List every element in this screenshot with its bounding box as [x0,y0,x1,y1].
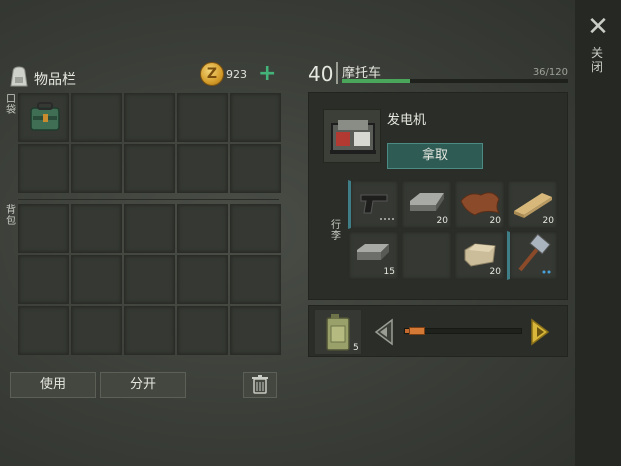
backpack-icon [10,66,28,87]
pocket-slot[interactable] [18,93,69,142]
backpack-slot[interactable] [177,255,228,304]
plus-icon[interactable]: + [258,63,276,85]
slider-handle[interactable] [408,327,425,335]
backpack-slot[interactable] [124,204,175,253]
backpack-slot[interactable] [177,204,228,253]
inventory-title: 物品栏 [34,72,76,88]
pocket-label: 口袋 [6,94,16,116]
toolkit-icon [30,102,60,131]
inventory-header: 物品栏 Z 923 + [8,62,278,90]
generator-name: 发电机 [387,113,427,128]
coin-icon: Z [200,62,224,86]
pocket-slot[interactable] [71,93,122,142]
container-slot[interactable] [401,231,452,280]
fuel-quantity: 5 [353,343,359,353]
generator-slot[interactable] [323,109,381,163]
backpack-slot[interactable] [124,306,175,355]
coin-count: 923 [226,68,247,81]
increase-arrow-icon[interactable] [528,318,552,346]
container-header: 40 摩托车 36/120 [308,60,570,88]
trunk-label: 行李 [331,220,341,242]
divider [18,199,279,200]
backpack-slot[interactable] [18,204,69,253]
close-label[interactable]: 关闭 [590,46,604,74]
pocket-slot[interactable] [230,144,281,193]
container-slot[interactable] [507,231,558,280]
item-quantity: 20 [489,216,501,226]
pocket-grid [18,93,281,193]
container-slot[interactable]: 15 [348,231,399,280]
item-quantity: 20 [542,216,554,226]
trash-button[interactable] [243,372,277,398]
container-slot[interactable]: 20 [454,231,505,280]
divider [336,62,338,84]
decrease-arrow-icon[interactable] [372,318,396,346]
backpack-slot[interactable] [230,306,281,355]
backpack-grid [18,204,281,355]
pocket-slot[interactable] [230,93,281,142]
close-icon[interactable]: ✕ [585,14,611,40]
backpack-slot[interactable] [18,255,69,304]
container-slot[interactable]: 20 [454,180,505,229]
pocket-slot[interactable] [177,144,228,193]
trash-icon [252,375,268,394]
generator-icon [330,120,376,154]
backpack-slot[interactable] [177,306,228,355]
fuel-slider[interactable] [404,327,522,335]
container-slot[interactable] [348,180,399,229]
container-slot[interactable]: 20 [401,180,452,229]
backpack-slot[interactable] [230,204,281,253]
container-level: 40 [308,62,334,86]
capacity-bar [342,79,568,83]
backpack-slot[interactable] [71,255,122,304]
capacity-fill [342,79,410,83]
backpack-slot[interactable] [124,255,175,304]
pocket-slot[interactable] [18,144,69,193]
container-capacity: 36/120 [532,67,568,78]
split-button[interactable]: 分开 [100,372,186,398]
backpack-slot[interactable] [71,306,122,355]
sledgehammer-icon [518,233,551,274]
container-slot[interactable]: 20 [507,180,558,229]
backpack-slot[interactable] [18,306,69,355]
backpack-slot[interactable] [230,255,281,304]
container-grid: 20 20 20 15 20 [348,180,558,280]
pocket-slot[interactable] [124,93,175,142]
item-quantity: 20 [489,267,501,277]
use-button[interactable]: 使用 [10,372,96,398]
item-quantity: 15 [383,267,395,277]
pocket-slot[interactable] [124,144,175,193]
pocket-slot[interactable] [71,144,122,193]
take-button[interactable]: 拿取 [387,143,483,169]
backpack-label: 背包 [6,205,16,227]
backpack-slot[interactable] [71,204,122,253]
pistol-icon [360,194,394,220]
pocket-slot[interactable] [177,93,228,142]
item-quantity: 20 [436,216,448,226]
